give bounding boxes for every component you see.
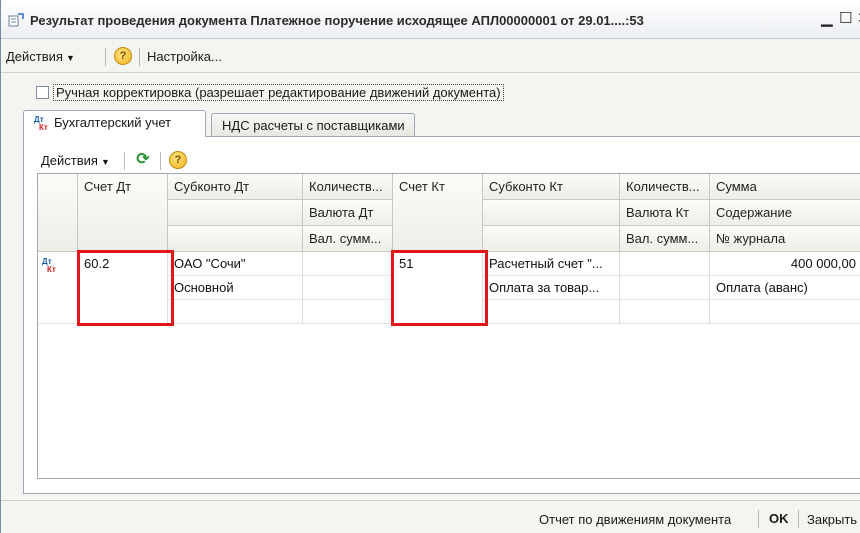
table-header-currency-dt[interactable]: Валюта Дт: [303, 200, 393, 226]
document-movements-icon: [8, 13, 24, 27]
table-header-icon: [38, 174, 78, 252]
actions-menu-label: Действия: [6, 49, 63, 64]
cell-currency-kt[interactable]: [620, 276, 710, 300]
table-header-quantity-dt[interactable]: Количеств...: [303, 174, 393, 200]
table-actions-menu[interactable]: Действия ▼: [41, 153, 110, 168]
maximize-icon[interactable]: ☐: [839, 11, 852, 26]
ok-button[interactable]: OK: [769, 511, 789, 526]
toolbar-divider: [160, 152, 161, 170]
cell-currency-dt[interactable]: [303, 276, 393, 300]
refresh-icon[interactable]: ⟳: [134, 151, 152, 169]
cell-journal-number[interactable]: [710, 300, 860, 324]
table-header-subconto-dt[interactable]: Субконто Дт: [168, 174, 303, 200]
dt-kt-icon: Дт Кт: [42, 257, 56, 274]
tab-label: НДС расчеты с поставщиками: [222, 118, 405, 133]
table-actions-label: Действия: [41, 153, 98, 168]
tab-accounting[interactable]: Дт Кт Бухгалтерский учет: [23, 110, 206, 137]
close-button[interactable]: Закрыть: [807, 512, 857, 527]
cell-cur-amount-dt[interactable]: [303, 300, 393, 324]
highlight-account-kt: [391, 250, 488, 326]
table-header-blank: [483, 200, 620, 226]
menu-divider: [105, 48, 106, 66]
table-header-blank: [483, 226, 620, 252]
menu-divider: [139, 48, 140, 66]
chevron-down-icon: ▼: [65, 53, 75, 63]
cell-amount[interactable]: 400 000,00: [710, 252, 860, 276]
window-title: Результат проведения документа Платежное…: [30, 13, 644, 28]
movements-report-link[interactable]: Отчет по движениям документа: [539, 512, 731, 527]
document-results-window: Результат проведения документа Платежное…: [0, 0, 860, 533]
manual-edit-checkbox[interactable]: [36, 86, 49, 99]
table-header-account-dt[interactable]: Счет Дт: [78, 174, 168, 252]
title-bar[interactable]: Результат проведения документа Платежное…: [1, 0, 860, 39]
cell-subconto-dt-2[interactable]: Основной: [168, 276, 303, 300]
minimize-icon[interactable]: ▁: [821, 11, 833, 26]
settings-menu-item[interactable]: Настройка...: [147, 49, 222, 64]
dt-kt-icon: Дт Кт: [34, 114, 48, 132]
cell-cur-amount-kt[interactable]: [620, 300, 710, 324]
table-header-quantity-kt[interactable]: Количеств...: [620, 174, 710, 200]
menu-bar: Действия ▼ ? Настройка...: [1, 39, 860, 73]
highlight-account-dt: [77, 250, 174, 326]
table-header-cur-amount-kt[interactable]: Вал. сумм...: [620, 226, 710, 252]
cell-subconto-dt-1[interactable]: ОАО "Сочи": [168, 252, 303, 276]
table-header-blank: [168, 200, 303, 226]
cell-subconto-kt-3[interactable]: [483, 300, 620, 324]
row-type-cell: Дт Кт: [38, 252, 78, 324]
table-header-journal-number[interactable]: № журнала: [710, 226, 860, 252]
status-bar: Отчет по движениям документа OK Закрыть: [1, 500, 860, 533]
table-header-content[interactable]: Содержание: [710, 200, 860, 226]
table-header-currency-kt[interactable]: Валюта Кт: [620, 200, 710, 226]
help-icon[interactable]: ?: [169, 151, 187, 169]
table-header-account-kt[interactable]: Счет Кт: [393, 174, 483, 252]
cell-content[interactable]: Оплата (аванс): [710, 276, 860, 300]
cell-subconto-kt-1[interactable]: Расчетный счет "...: [483, 252, 620, 276]
table-header-subconto-kt[interactable]: Субконто Кт: [483, 174, 620, 200]
cell-subconto-kt-2[interactable]: Оплата за товар...: [483, 276, 620, 300]
status-divider: [758, 510, 759, 528]
cell-subconto-dt-3[interactable]: [168, 300, 303, 324]
toolbar-divider: [124, 152, 125, 170]
cell-quantity-kt[interactable]: [620, 252, 710, 276]
postings-table[interactable]: Счет Дт Субконто Дт Количеств... Счет Кт…: [37, 173, 860, 479]
status-divider: [798, 510, 799, 528]
manual-edit-label[interactable]: Ручная корректировка (разрешает редактир…: [53, 84, 504, 101]
tab-vat-suppliers[interactable]: НДС расчеты с поставщиками: [211, 113, 415, 138]
table-header-cur-amount-dt[interactable]: Вал. сумм...: [303, 226, 393, 252]
tab-label: Бухгалтерский учет: [54, 115, 172, 130]
help-icon[interactable]: ?: [114, 47, 132, 65]
cell-quantity-dt[interactable]: [303, 252, 393, 276]
table-header-amount[interactable]: Сумма: [710, 174, 860, 200]
actions-menu[interactable]: Действия ▼: [6, 49, 75, 64]
chevron-down-icon: ▼: [100, 157, 110, 167]
table-header-blank: [168, 226, 303, 252]
